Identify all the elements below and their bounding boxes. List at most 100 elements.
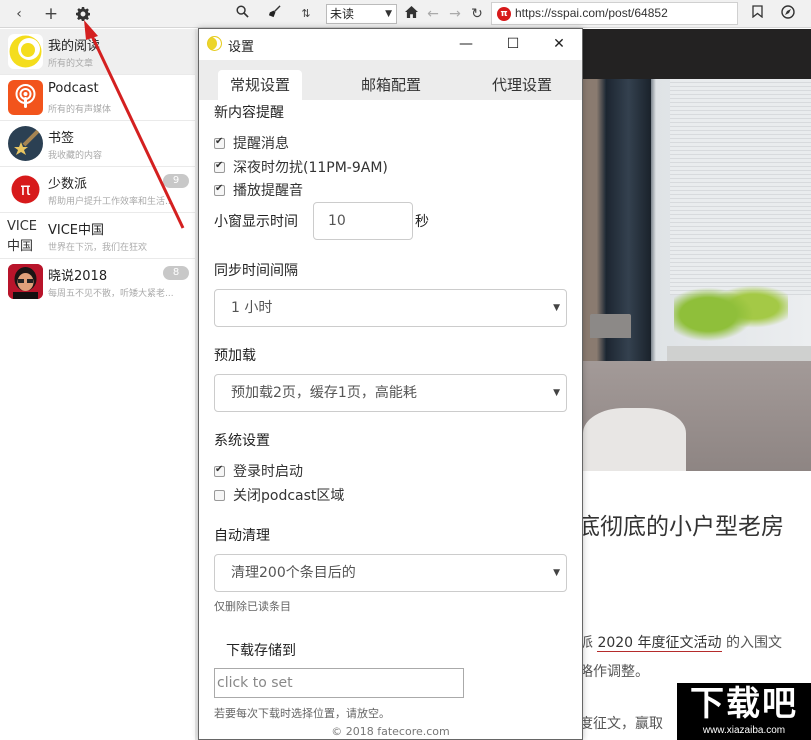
unread-badge: 8 (163, 266, 189, 280)
broom-icon[interactable] (265, 5, 283, 23)
article-link[interactable]: 2020 年度征文活动 (597, 635, 722, 652)
search-icon[interactable] (233, 5, 251, 23)
filter-select[interactable]: 未读 ▼ (326, 4, 397, 24)
popup-time-unit: 秒 (415, 214, 429, 230)
svg-text:π: π (20, 180, 30, 200)
feed-title: Podcast (48, 81, 99, 96)
section-sync-interval: 同步时间间隔 (214, 263, 298, 279)
hero-blinds (669, 79, 811, 295)
feed-title: 我的阅读 (48, 39, 101, 54)
plus-icon[interactable]: + (42, 5, 60, 23)
chevron-left-icon[interactable]: ‹ (10, 5, 28, 23)
select-value: 清理200个条目后的 (231, 565, 356, 581)
section-new-content-alert: 新内容提醒 (214, 105, 284, 121)
feed-subtitle: 帮助用户提升工作效率和生活... (48, 197, 174, 207)
checkbox-box[interactable] (214, 490, 225, 501)
tab-email[interactable]: 邮箱配置 (349, 70, 433, 100)
checkbox-notify-message[interactable]: 提醒消息 (214, 133, 289, 153)
vice-logo-line2: 中国 (7, 239, 34, 254)
unread-badge: 9 (163, 174, 189, 188)
url-bar[interactable]: π https://sspai.com/post/64852 (491, 2, 738, 25)
feed-item-bookmarks[interactable]: 书签 我收藏的内容 (0, 121, 195, 167)
minimize-button[interactable]: — (451, 33, 481, 55)
url-text: https://sspai.com/post/64852 (515, 6, 668, 20)
watermark-title: 下载吧 (690, 684, 798, 724)
dialog-title: 设置 (228, 40, 255, 55)
feed-subtitle: 每周五不见不散，听矮大紧老... (48, 289, 174, 299)
article-paragraph: 度征文，赢取 (579, 716, 663, 732)
checkbox-label: 提醒消息 (233, 136, 289, 152)
checkbox-box[interactable] (214, 160, 225, 173)
cleanup-hint: 仅删除已读条目 (214, 600, 291, 613)
checkbox-box[interactable] (214, 464, 225, 477)
feed-title: 晓说2018 (48, 269, 108, 284)
caret-down-icon: ▼ (385, 9, 392, 19)
feed-subtitle: 世界在下沉，我们在狂欢 (48, 243, 148, 253)
filter-select-value: 未读 (330, 7, 355, 21)
checkbox-box[interactable] (214, 136, 225, 149)
tab-proxy[interactable]: 代理设置 (480, 70, 564, 100)
bookmark-icon[interactable] (748, 5, 766, 23)
download-hint: 若要每次下载时选择位置，请放空。 (214, 707, 390, 720)
reload-icon[interactable]: ↻ (468, 5, 486, 23)
compass-icon[interactable] (779, 5, 797, 23)
tab-general[interactable]: 常规设置 (218, 70, 302, 100)
section-system: 系统设置 (214, 433, 270, 449)
preload-select[interactable]: 预加载2页，缓存1页，高能耗 ▼ (214, 374, 567, 412)
vice-logo-text: VICE 中国 (7, 217, 37, 257)
popup-time-input[interactable]: 10 (313, 202, 413, 240)
gear-icon[interactable] (74, 5, 92, 23)
feed-item-vice[interactable]: VICE 中国 VICE中国 世界在下沉，我们在狂欢 (0, 213, 195, 259)
arrow-right-icon[interactable]: → (446, 5, 464, 23)
sync-interval-select[interactable]: 1 小时 ▼ (214, 289, 567, 327)
article-paragraph: 略作调整。 (579, 664, 649, 680)
dialog-titlebar[interactable]: 设置 — ☐ ✕ (199, 29, 582, 60)
home-icon[interactable] (402, 5, 420, 23)
caret-down-icon: ▼ (553, 568, 560, 578)
section-download-location: 下载存储到 (226, 643, 296, 659)
checkbox-close-podcast[interactable]: 关闭podcast区域 (214, 485, 344, 505)
maximize-button[interactable]: ☐ (498, 33, 528, 55)
auto-cleanup-select[interactable]: 清理200个条目后的 ▼ (214, 554, 567, 592)
section-preload: 预加载 (214, 348, 256, 364)
checkbox-quiet-hours[interactable]: 深夜时勿扰(11PM-9AM) (214, 157, 388, 177)
feed-subtitle: 所有的有声媒体 (48, 105, 112, 115)
vice-logo-line1: VICE (7, 219, 38, 234)
checkbox-label: 登录时启动 (233, 464, 303, 480)
watermark-url: www.xiazaiba.com (702, 725, 786, 736)
download-path-input[interactable]: click to set (214, 668, 464, 698)
sort-arrows-icon[interactable]: ⇅ (297, 5, 315, 23)
article-paragraph: 派 2020 年度征文活动 的入围文 (579, 632, 782, 652)
arrow-left-icon[interactable]: ← (424, 5, 442, 23)
hero-pillow (583, 408, 686, 471)
star-icon (8, 126, 43, 161)
feed-title: VICE中国 (48, 223, 105, 238)
feed-subtitle: 所有的文章 (48, 59, 94, 69)
feed-item-sspai[interactable]: π 少数派 帮助用户提升工作效率和生活... 9 (0, 167, 195, 213)
feed-title: 书签 (48, 131, 75, 146)
app-moon-icon (207, 36, 222, 51)
settings-dialog: 设置 — ☐ ✕ 常规设置 邮箱配置 代理设置 新内容提醒 提醒消息 深夜时勿扰… (198, 28, 583, 740)
checkbox-launch-at-login[interactable]: 登录时启动 (214, 461, 303, 481)
feed-title: 少数派 (48, 177, 88, 192)
article-header-bar (583, 29, 811, 79)
checkbox-play-sound[interactable]: 播放提醒音 (214, 180, 303, 200)
caret-down-icon: ▼ (553, 388, 560, 398)
feed-item-my-reading[interactable]: 我的阅读 所有的文章 (0, 29, 195, 75)
article-hero-image (583, 79, 811, 471)
article-headline: 底彻底的小户型老房 (577, 514, 784, 540)
watermark-logo: 下载吧 www.xiazaiba.com (677, 683, 811, 740)
feed-item-podcast[interactable]: Podcast 所有的有声媒体 (0, 75, 195, 121)
checkbox-label: 播放提醒音 (233, 183, 303, 199)
checkbox-label: 关闭podcast区域 (233, 488, 345, 504)
feed-item-xiaoshuo[interactable]: 晓说2018 每周五不见不散，听矮大紧老... 8 (0, 259, 195, 305)
podcast-icon (8, 80, 43, 115)
select-value: 预加载2页，缓存1页，高能耗 (231, 385, 417, 401)
popup-time-label: 小窗显示时间 (214, 214, 298, 230)
moon-logo-icon (8, 34, 43, 69)
checkbox-box[interactable] (214, 183, 225, 196)
top-toolbar: ‹ + ⇅ 未读 ▼ ← → ↻ π https://sspai.com/pos… (0, 0, 811, 28)
feed-sidebar: 我的阅读 所有的文章 Podcast 所有的有声媒体 书签 我收藏的内容 π 少… (0, 29, 201, 740)
host-avatar (8, 264, 43, 299)
close-button[interactable]: ✕ (544, 33, 574, 55)
